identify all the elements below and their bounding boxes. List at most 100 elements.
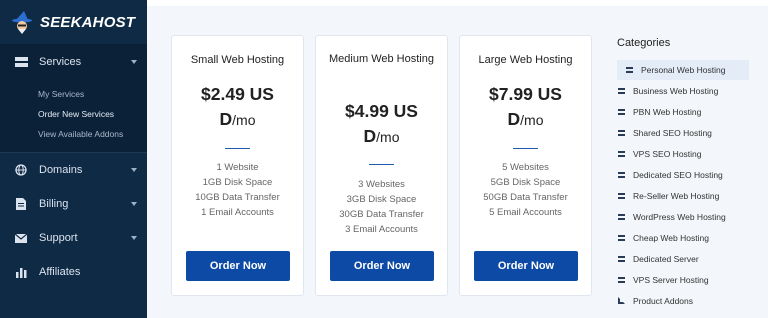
- price-amount-cont: D: [363, 126, 377, 146]
- server-icon: [618, 234, 625, 241]
- nav-billing-label: Billing: [39, 198, 69, 210]
- category-product-addons[interactable]: Product Addons: [617, 290, 749, 311]
- nav-support[interactable]: Support: [0, 221, 147, 255]
- chevron-down-icon: [131, 202, 137, 206]
- feature-item: 1GB Disk Space: [202, 177, 273, 188]
- category-label: VPS Server Hosting: [633, 274, 709, 285]
- nav-affiliates-label: Affiliates: [39, 266, 81, 278]
- feature-item: 5 Email Accounts: [489, 207, 562, 218]
- order-now-button[interactable]: Order Now: [186, 251, 290, 281]
- server-icon: [618, 276, 625, 283]
- services-section: Services My Services Order New Services …: [0, 44, 147, 152]
- plan-card-small: Small Web Hosting $2.49 US D/mo 1 Website…: [171, 35, 304, 296]
- feature-item: 3GB Disk Space: [346, 194, 417, 205]
- chevron-down-icon: [131, 60, 137, 64]
- nav-domains[interactable]: Domains: [0, 153, 147, 187]
- plan-features: 5 Websites 5GB Disk Space 50GB Data Tran…: [460, 160, 591, 220]
- nav-domains-label: Domains: [39, 164, 83, 176]
- category-label: PBN Web Hosting: [633, 106, 702, 117]
- logo-text: SEEKAHOST: [40, 13, 136, 31]
- category-label: Product Addons: [633, 295, 694, 306]
- category-label: Shared SEO Hosting: [633, 127, 712, 138]
- category-label: Dedicated SEO Hosting: [633, 169, 723, 180]
- nav-billing[interactable]: Billing: [0, 187, 147, 221]
- plan-price: $2.49 US D/mo: [176, 82, 299, 133]
- category-vps-seo-hosting[interactable]: VPS SEO Hosting: [617, 143, 749, 164]
- category-label: Personal Web Hosting: [641, 65, 726, 75]
- subnav-view-available-addons[interactable]: View Available Addons: [38, 124, 147, 144]
- category-shared-seo-hosting[interactable]: Shared SEO Hosting: [617, 122, 749, 143]
- order-now-button[interactable]: Order Now: [330, 251, 434, 281]
- feature-item: 30GB Data Transfer: [339, 209, 424, 220]
- categories-heading: Categories: [617, 37, 671, 49]
- feature-item: 10GB Data Transfer: [195, 192, 280, 203]
- invoice-icon: [14, 197, 28, 211]
- category-wordpress-web-hosting[interactable]: WordPress Web Hosting: [617, 206, 749, 227]
- globe-icon: [14, 163, 28, 177]
- server-icon: [618, 192, 625, 199]
- category-dedicated-server[interactable]: Dedicated Server: [617, 248, 749, 269]
- divider: [225, 148, 250, 149]
- price-amount-cont: D: [219, 109, 233, 129]
- server-icon: [618, 213, 625, 220]
- price-period: /mo: [520, 112, 544, 128]
- subnav-order-new-services[interactable]: Order New Services: [38, 104, 147, 124]
- wizard-logo-icon: [10, 9, 36, 35]
- server-icon: [618, 171, 625, 178]
- top-strip: [147, 0, 768, 6]
- plan-price: $7.99 US D/mo: [464, 82, 587, 133]
- category-business-web-hosting[interactable]: Business Web Hosting: [617, 80, 749, 101]
- category-pbn-web-hosting[interactable]: PBN Web Hosting: [617, 101, 749, 122]
- feature-item: 50GB Data Transfer: [483, 192, 568, 203]
- sidebar: SEEKAHOST Services My Services Order New…: [0, 0, 147, 318]
- plan-price: $4.99 US D/mo: [320, 99, 443, 150]
- categories-list: Personal Web Hosting Business Web Hostin…: [617, 60, 749, 311]
- category-personal-web-hosting[interactable]: Personal Web Hosting: [617, 60, 749, 80]
- bar-chart-icon: [14, 265, 28, 279]
- logo[interactable]: SEEKAHOST: [0, 0, 147, 44]
- nav-services-label: Services: [39, 56, 82, 68]
- category-label: WordPress Web Hosting: [633, 211, 726, 222]
- server-icon: [618, 108, 625, 115]
- feature-item: 3 Email Accounts: [345, 224, 418, 235]
- price-period: /mo: [376, 129, 400, 145]
- plan-title: Small Web Hosting: [190, 54, 285, 66]
- category-label: Dedicated Server: [633, 253, 699, 264]
- nav-support-label: Support: [39, 232, 78, 244]
- divider: [369, 164, 394, 165]
- price-amount: $7.99 US: [489, 84, 562, 104]
- category-re-seller-web-hosting[interactable]: Re-Seller Web Hosting: [617, 185, 749, 206]
- server-icon: [618, 129, 625, 136]
- nav-affiliates[interactable]: Affiliates: [0, 255, 147, 289]
- price-amount: $4.99 US: [345, 101, 418, 121]
- price-period: /mo: [232, 112, 256, 128]
- server-icon: [618, 87, 625, 94]
- category-label: Re-Seller Web Hosting: [633, 190, 720, 201]
- chevron-down-icon: [131, 168, 137, 172]
- category-dedicated-seo-hosting[interactable]: Dedicated SEO Hosting: [617, 164, 749, 185]
- nav-services[interactable]: Services: [0, 44, 147, 80]
- server-icon: [14, 55, 28, 69]
- plan-title: Medium Web Hosting: [329, 53, 434, 65]
- feature-item: 3 Websites: [358, 179, 405, 190]
- order-now-button[interactable]: Order Now: [474, 251, 578, 281]
- divider: [513, 148, 538, 149]
- category-vps-server-hosting[interactable]: VPS Server Hosting: [617, 269, 749, 290]
- plan-card-medium: Medium Web Hosting $4.99 US D/mo 3 Websit…: [315, 35, 448, 296]
- plan-features: 3 Websites 3GB Disk Space 30GB Data Tran…: [316, 177, 447, 237]
- plan-features: 1 Website 1GB Disk Space 10GB Data Trans…: [172, 160, 303, 220]
- server-icon: [618, 255, 625, 262]
- subnav-my-services[interactable]: My Services: [38, 84, 147, 104]
- plan-title: Large Web Hosting: [478, 54, 573, 66]
- feature-item: 1 Website: [216, 162, 259, 173]
- category-cheap-web-hosting[interactable]: Cheap Web Hosting: [617, 227, 749, 248]
- cube-icon: [618, 297, 625, 304]
- category-label: Cheap Web Hosting: [633, 232, 709, 243]
- envelope-icon: [14, 231, 28, 245]
- chevron-down-icon: [131, 236, 137, 240]
- plan-card-large: Large Web Hosting $7.99 US D/mo 5 Website…: [459, 35, 592, 296]
- server-icon: [618, 150, 625, 157]
- services-subnav: My Services Order New Services View Avai…: [0, 80, 147, 152]
- price-amount: $2.49 US: [201, 84, 274, 104]
- feature-item: 5 Websites: [502, 162, 549, 173]
